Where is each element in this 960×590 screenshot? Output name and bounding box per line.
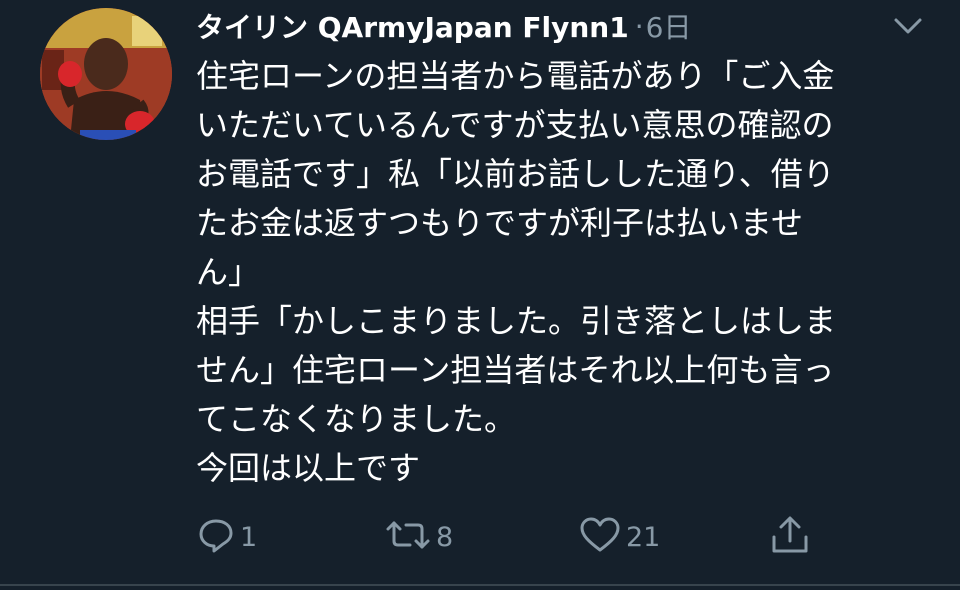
share-button[interactable] bbox=[768, 512, 812, 562]
retweet-button[interactable]: 8 bbox=[384, 512, 453, 562]
divider bbox=[0, 584, 960, 586]
tweet-text-line: 住宅ローンの担当者から電話があり「ご入金 bbox=[196, 57, 835, 95]
avatar[interactable] bbox=[40, 8, 172, 140]
heart-icon bbox=[578, 515, 622, 559]
timestamp[interactable]: 6日 bbox=[646, 6, 692, 46]
tweet-text-line: ん」 bbox=[196, 253, 261, 291]
tweet-text-line: いただいているんですが支払い意思の確認の bbox=[196, 106, 834, 144]
tweet-actions: 1 8 21 bbox=[196, 512, 896, 562]
reply-count: 1 bbox=[240, 521, 258, 553]
chevron-down-icon[interactable] bbox=[888, 8, 928, 44]
reply-icon bbox=[196, 515, 236, 559]
retweet-icon bbox=[384, 515, 432, 559]
tweet-text-line: お電話です」私「以前お話しした通り、借り bbox=[196, 155, 835, 193]
tweet-text-line: せん」住宅ローン担当者はそれ以上何も言っ bbox=[196, 351, 835, 389]
display-name[interactable]: タイリン QArmyJapan Flynn1 bbox=[196, 6, 629, 46]
tweet-text-line: たお金は返すつもりですが利子は払いませ bbox=[196, 204, 804, 242]
tweet-text: 住宅ローンの担当者から電話があり「ご入金 いただいているんですが支払い意思の確認… bbox=[196, 52, 926, 493]
like-button[interactable]: 21 bbox=[578, 512, 660, 562]
header-separator: · bbox=[634, 9, 644, 43]
tweet[interactable]: タイリン QArmyJapan Flynn1 · 6日 住宅ローンの担当者から電… bbox=[0, 0, 960, 590]
reply-button[interactable]: 1 bbox=[196, 512, 257, 562]
tweet-text-line: 今回は以上です bbox=[196, 449, 421, 487]
tweet-text-line: てこなくなりました。 bbox=[196, 400, 517, 438]
like-count: 21 bbox=[626, 521, 661, 553]
tweet-header: タイリン QArmyJapan Flynn1 · 6日 bbox=[196, 2, 691, 50]
retweet-count: 8 bbox=[436, 521, 454, 553]
tweet-text-line: 相手「かしこまりました。引き落としはしま bbox=[196, 302, 837, 340]
share-icon bbox=[768, 513, 812, 561]
